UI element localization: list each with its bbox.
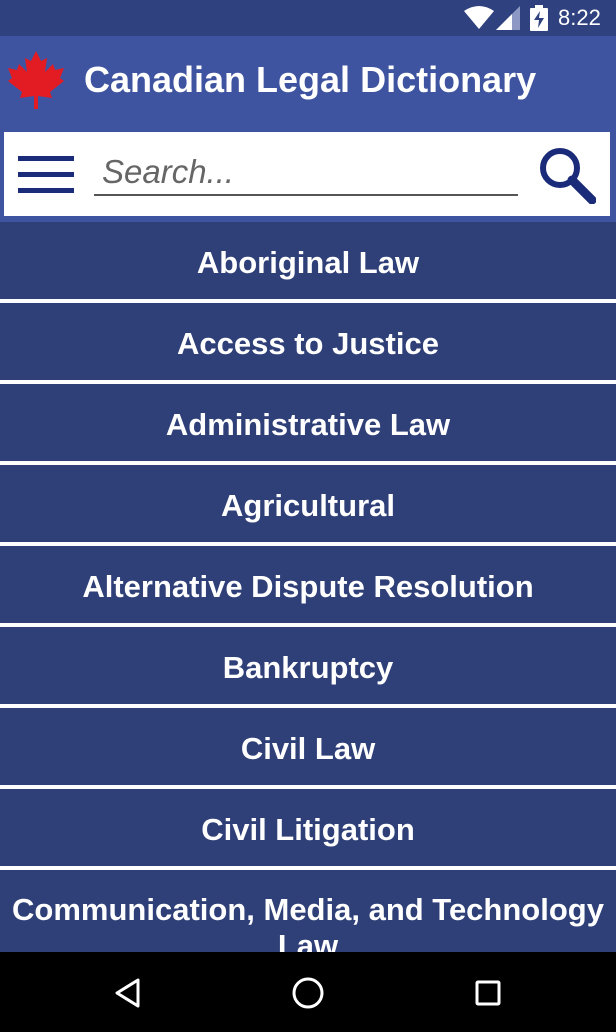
list-item-civil-law[interactable]: Civil Law xyxy=(0,708,616,785)
back-icon[interactable] xyxy=(114,978,142,1008)
search-bar-container xyxy=(0,128,616,222)
list-item-civil-litigation[interactable]: Civil Litigation xyxy=(0,789,616,866)
list-item-administrative-law[interactable]: Administrative Law xyxy=(0,384,616,461)
search-bar xyxy=(4,132,610,216)
list-item-alternative-dispute-resolution[interactable]: Alternative Dispute Resolution xyxy=(0,546,616,623)
category-list: Aboriginal Law Access to Justice Adminis… xyxy=(0,222,616,952)
status-bar: 8:22 xyxy=(0,0,616,36)
home-icon[interactable] xyxy=(291,976,325,1010)
status-time: 8:22 xyxy=(558,5,601,30)
app-bar: Canadian Legal Dictionary xyxy=(0,36,616,128)
list-item-agricultural[interactable]: Agricultural xyxy=(0,465,616,542)
list-item-bankruptcy[interactable]: Bankruptcy xyxy=(0,627,616,704)
battery-charging-icon xyxy=(530,5,548,31)
list-item-aboriginal-law[interactable]: Aboriginal Law xyxy=(0,222,616,299)
cell-signal-icon xyxy=(496,6,520,30)
list-item-access-to-justice[interactable]: Access to Justice xyxy=(0,303,616,380)
recents-icon[interactable] xyxy=(475,980,501,1006)
system-nav-bar xyxy=(0,952,616,1032)
search-icon[interactable] xyxy=(538,146,596,204)
app-screen: 8:22 Canadian Legal Dictionary Aborigina… xyxy=(0,0,616,1032)
wifi-icon xyxy=(464,6,494,29)
search-input[interactable] xyxy=(94,150,518,196)
app-title: Canadian Legal Dictionary xyxy=(84,59,537,100)
list-item-communication-media-technology-law[interactable]: Communication, Media, and Technology Law xyxy=(0,870,616,952)
hamburger-menu-icon[interactable] xyxy=(18,156,74,194)
maple-leaf-icon xyxy=(8,51,64,109)
